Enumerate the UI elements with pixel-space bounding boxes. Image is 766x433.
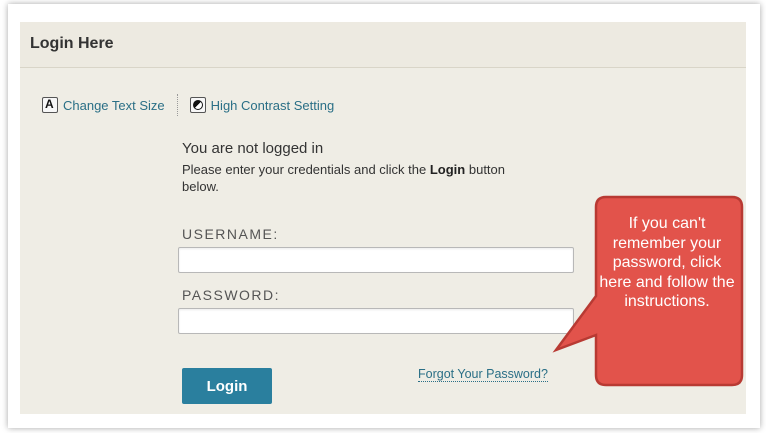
username-input[interactable] (178, 247, 574, 273)
panel-title: Login Here (30, 35, 114, 52)
divider (176, 94, 178, 116)
panel-header: Login Here (20, 22, 746, 68)
accessibility-bar: Change Text Size High Contrast Setting (42, 94, 335, 116)
login-button[interactable]: Login (182, 368, 272, 404)
password-label: PASSWORD: (182, 287, 281, 303)
instructions-bold: Login (429, 162, 466, 177)
callout-text: If you can't remember your password, cli… (599, 215, 735, 310)
login-instructions: Please enter your credentials and click … (182, 161, 542, 195)
username-label: USERNAME: (182, 226, 279, 242)
forgot-password-link[interactable]: Forgot Your Password? (418, 367, 548, 382)
contrast-icon[interactable] (189, 97, 206, 113)
text-size-icon[interactable] (42, 97, 58, 113)
login-form: You are not logged in Please enter your … (178, 140, 582, 404)
change-text-size-link[interactable]: Change Text Size (63, 98, 165, 113)
instructions-text: Please enter your credentials and click … (182, 162, 430, 177)
high-contrast-link[interactable]: High Contrast Setting (211, 98, 335, 113)
login-status: You are not logged in (182, 140, 324, 157)
password-input[interactable] (178, 308, 574, 334)
